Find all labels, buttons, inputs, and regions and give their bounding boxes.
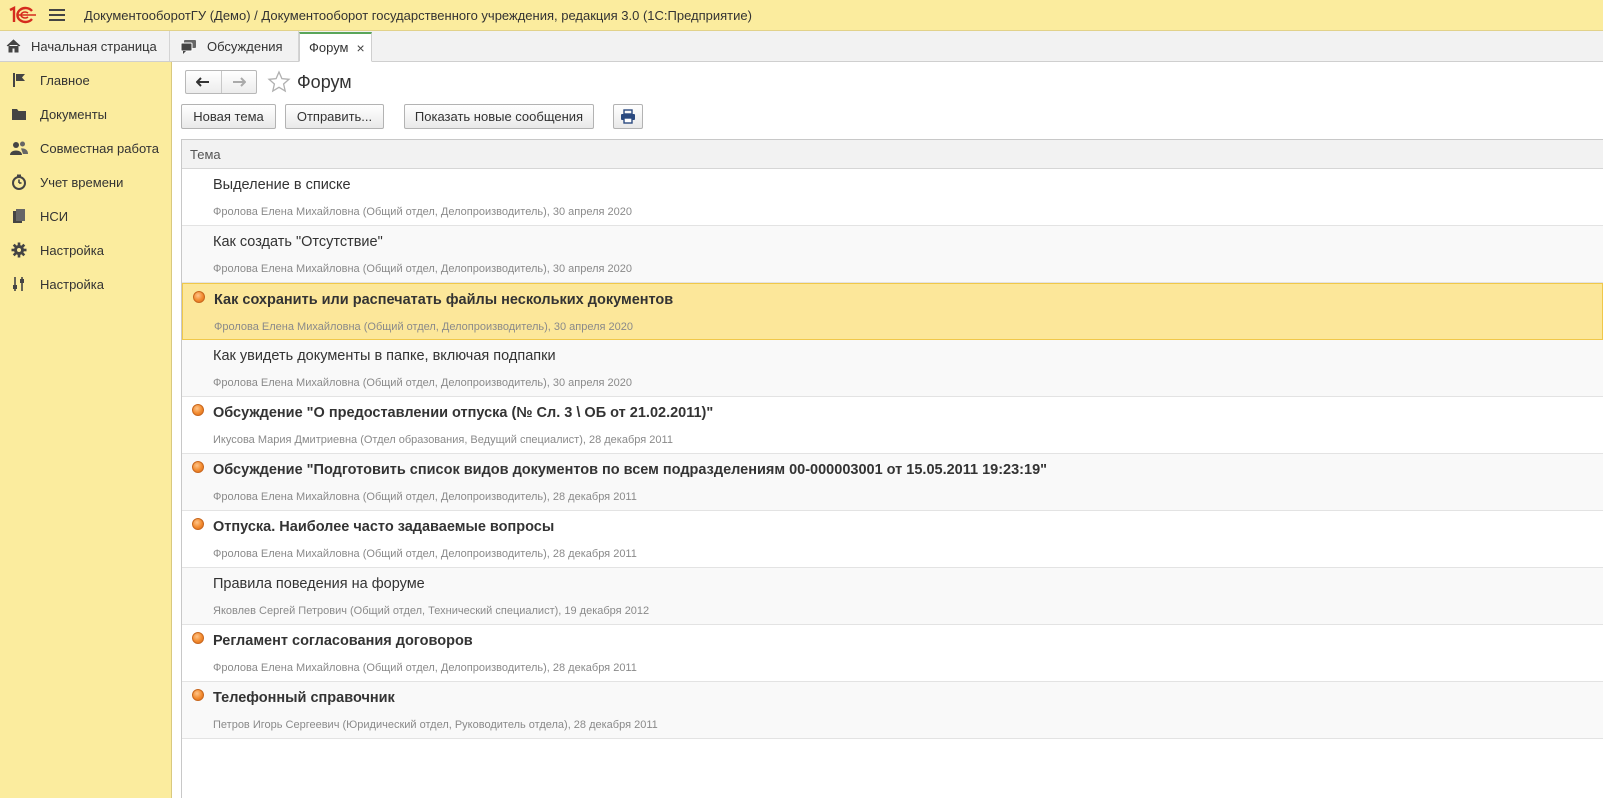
home-icon [6, 39, 21, 53]
sidebar-item-settings-2[interactable]: Настройка [0, 267, 171, 301]
table-row[interactable]: Как увидеть документы в папке, включая п… [182, 340, 1603, 397]
topic-author-date: Фролова Елена Михайловна (Общий отдел, Д… [213, 206, 633, 218]
chat-icon [180, 39, 197, 54]
sidebar-item-label: Совместная работа [40, 140, 159, 156]
table-row[interactable]: Обсуждение "О предоставлении отпуска (№ … [182, 397, 1603, 454]
topic-title: Как сохранить или распечатать файлы неск… [214, 292, 674, 308]
sidebar-item-main[interactable]: Главное [0, 63, 171, 97]
sidebar-item-label: Настройка [40, 276, 104, 292]
new-topic-button[interactable]: Новая тема [181, 104, 276, 129]
unread-indicator-icon [192, 461, 204, 473]
column-header-topic[interactable]: Тема [182, 140, 1603, 169]
table-row[interactable]: Как создать "Отсутствие" Фролова Елена М… [182, 226, 1603, 283]
topic-author-date: Фролова Елена Михайловна (Общий отдел, Д… [213, 548, 637, 560]
topic-author-date: Яковлев Сергей Петрович (Общий отдел, Те… [213, 605, 650, 617]
topic-title: Обсуждение "Подготовить список видов док… [213, 462, 1048, 478]
topic-author-date: Фролова Елена Михайловна (Общий отдел, Д… [213, 263, 633, 275]
table-row[interactable]: Регламент согласования договоров Фролова… [182, 625, 1603, 682]
topic-title: Как увидеть документы в папке, включая п… [213, 348, 556, 364]
sidebar-item-label: Учет времени [40, 174, 124, 190]
tab-home[interactable]: Начальная страница [0, 31, 170, 61]
sidebar-item-label: НСИ [40, 208, 69, 224]
stopwatch-icon [10, 173, 28, 191]
send-button[interactable]: Отправить... [285, 104, 384, 129]
topic-author-date: Икусова Мария Дмитриевна (Отдел образова… [213, 434, 673, 446]
sidebar-item-time-tracking[interactable]: Учет времени [0, 165, 171, 199]
users-icon [10, 139, 28, 157]
tab-forum-label: Форум [309, 40, 349, 55]
sidebar-item-label: Настройка [40, 242, 104, 258]
gear-icon [10, 241, 28, 259]
title-bar: ДокументооборотГУ (Демо) / Документообор… [0, 0, 1603, 31]
tab-forum[interactable]: Форум × [299, 32, 372, 62]
close-tab-icon[interactable]: × [357, 40, 365, 56]
reference-books-icon [10, 207, 28, 225]
1c-logo-icon[interactable] [8, 5, 38, 25]
sidebar-item-label: Документы [40, 106, 108, 122]
table-row[interactable]: Телефонный справочник Петров Игорь Серге… [182, 682, 1603, 739]
unread-indicator-icon [192, 518, 204, 530]
arrow-left-icon [196, 77, 210, 87]
topic-title: Как создать "Отсутствие" [213, 234, 383, 250]
tab-discussions-label: Обсуждения [207, 38, 283, 54]
sidebar-item-collaboration[interactable]: Совместная работа [0, 131, 171, 165]
sidebar-item-documents[interactable]: Документы [0, 97, 171, 131]
topic-title: Отпуска. Наиболее часто задаваемые вопро… [213, 519, 555, 535]
topic-author-date: Фролова Елена Михайловна (Общий отдел, Д… [214, 321, 634, 333]
app-title: ДокументооборотГУ (Демо) / Документообор… [84, 8, 752, 23]
sidebar-item-settings[interactable]: Настройка [0, 233, 171, 267]
sidebar: Главное Документы Совместная работа Учет… [0, 62, 172, 798]
page-title: Форум [297, 72, 352, 92]
unread-indicator-icon [193, 291, 205, 303]
tab-home-label: Начальная страница [31, 38, 157, 54]
flag-icon [10, 71, 28, 89]
print-button[interactable] [613, 104, 643, 129]
forum-topics-list[interactable]: Тема Выделение в списке Фролова Елена Ми… [181, 139, 1603, 798]
topic-author-date: Фролова Елена Михайловна (Общий отдел, Д… [213, 377, 633, 389]
arrow-right-icon [232, 77, 246, 87]
topic-author-date: Фролова Елена Михайловна (Общий отдел, Д… [213, 662, 637, 674]
tabs-bar: Начальная страница Обсуждения Форум × [0, 31, 1603, 62]
topic-title: Выделение в списке [213, 177, 351, 193]
sidebar-item-nsi[interactable]: НСИ [0, 199, 171, 233]
show-new-messages-button[interactable]: Показать новые сообщения [404, 104, 594, 129]
tab-discussions[interactable]: Обсуждения [170, 31, 299, 61]
topic-author-date: Фролова Елена Михайловна (Общий отдел, Д… [213, 491, 637, 503]
back-button[interactable] [186, 71, 222, 93]
table-row-selected[interactable]: Как сохранить или распечатать файлы неск… [182, 283, 1603, 340]
favorite-star-icon[interactable] [267, 70, 291, 94]
unread-indicator-icon [192, 689, 204, 701]
table-row[interactable]: Выделение в списке Фролова Елена Михайло… [182, 169, 1603, 226]
unread-indicator-icon [192, 404, 204, 416]
topic-title: Правила поведения на форуме [213, 576, 425, 592]
unread-indicator-icon [192, 632, 204, 644]
sidebar-item-label: Главное [40, 72, 90, 88]
forward-button[interactable] [222, 71, 257, 93]
navigation-buttons [185, 70, 257, 94]
topic-title: Обсуждение "О предоставлении отпуска (№ … [213, 405, 714, 421]
sliders-icon [10, 275, 28, 293]
table-row[interactable]: Правила поведения на форуме Яковлев Серг… [182, 568, 1603, 625]
main-content: Форум Новая тема Отправить... Показать н… [172, 62, 1603, 798]
topic-title: Телефонный справочник [213, 690, 395, 706]
folder-icon [10, 105, 28, 123]
topic-title: Регламент согласования договоров [213, 633, 473, 649]
table-row[interactable]: Обсуждение "Подготовить список видов док… [182, 454, 1603, 511]
main-menu-icon[interactable] [49, 9, 65, 22]
topic-author-date: Петров Игорь Сергеевич (Юридический отде… [213, 719, 658, 731]
printer-icon [621, 109, 635, 124]
table-row[interactable]: Отпуска. Наиболее часто задаваемые вопро… [182, 511, 1603, 568]
